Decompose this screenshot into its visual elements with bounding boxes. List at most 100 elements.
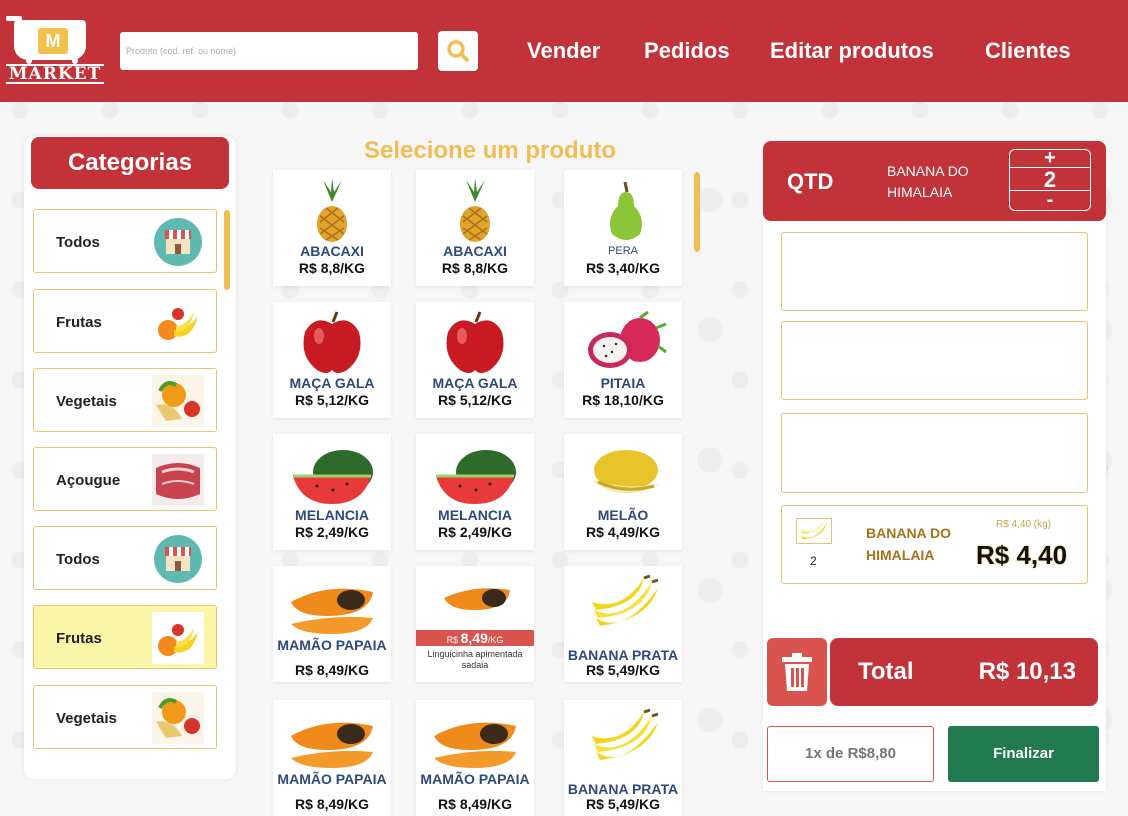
category-todos[interactable]: Todos [33,209,217,273]
logo-text: MARKET [6,64,104,84]
product-card[interactable]: MAMÃO PAPAIA R$ 8,49/KG [416,700,534,816]
nav-pedidos[interactable]: Pedidos [644,38,730,64]
cart-item-name: BANANA DO HIMALAIA [866,525,952,563]
category-label: Todos [56,551,100,568]
product-name: MAÇA GALA [289,375,375,391]
product-price: R$ 8,8/KG [298,260,366,276]
pineapple-icon [460,178,490,242]
total-value: R$ 10,13 [978,658,1076,685]
quantity-value: 2 [1010,169,1090,191]
product-price: R$ 8,8/KG [441,260,509,276]
payment-installments-button[interactable]: 1x de R$8,80 [767,726,934,782]
quantity-header: QTD BANANA DO HIMALAIA + 2 - [763,141,1106,221]
quantity-stepper: + 2 - [1009,148,1091,211]
product-card[interactable]: BANANA PRATA R$ 5,49/KG [564,700,682,816]
trash-icon [782,653,812,691]
cart-item-price: R$ 4,40 [976,540,1068,570]
category-vegetais[interactable]: Vegetais [33,685,217,749]
product-card[interactable]: PERA R$ 3,40/KG [564,170,682,286]
product-card[interactable]: PITAIA R$ 18,10/KG [564,302,682,418]
product-card[interactable]: BANANA PRATA R$ 5,49/KG [564,566,682,682]
product-name: BANANA PRATA [567,781,679,797]
nav-clientes[interactable]: Clientes [985,38,1071,64]
cart-slot-empty [781,321,1088,400]
product-card[interactable]: ABACAXI R$ 8,8/KG [416,170,534,286]
products-scrollbar[interactable] [694,172,700,252]
product-name: BANANA PRATA [567,647,679,663]
product-card[interactable]: MELANCIA R$ 2,49/KG [273,434,391,550]
product-price: R$ 5,49/KG [586,662,660,678]
product-name: ABACAXI [443,243,507,259]
products-title: Selecione um produto [363,137,617,164]
product-price: R$ 4,49/KG [586,524,660,540]
product-card[interactable]: ABACAXI R$ 8,8/KG [273,170,391,286]
cart-item[interactable]: 2 BANANA DO HIMALAIA R$ 4,40 (kg) R$ 4,4… [781,505,1088,584]
product-name: MAMÃO PAPAIA [420,771,530,787]
cart-item-unit-price: R$ 4,40 (kg) [996,519,1052,530]
product-card[interactable]: MELANCIA R$ 2,49/KG [416,434,534,550]
categories-scrollbar[interactable] [224,210,230,290]
category-label: Açougue [56,472,121,489]
papaya-icon [291,722,373,768]
product-name: MELÃO [597,507,649,523]
cart-slot-empty [781,232,1088,311]
finalize-button[interactable]: Finalizar [948,726,1099,782]
total-label: Total [858,658,914,685]
badge-prefix: R$ [446,635,459,645]
product-name: MAÇA GALA [432,375,518,391]
papaya-icon [291,588,373,634]
meat-icon [152,454,204,506]
cart-icon: M [14,20,86,60]
price-badge: R$ 8,49/KG [416,630,534,646]
category-label: Vegetais [56,710,117,727]
market-logo[interactable]: M MARKET [6,14,104,86]
store-icon [154,535,202,583]
category-todos[interactable]: Todos [33,526,217,590]
quantity-decrease-button[interactable]: - [1010,190,1090,211]
product-card[interactable]: MAMÃO PAPAIA R$ 8,49/KG [273,566,391,682]
product-card[interactable]: MAÇA GALA R$ 5,12/KG [416,302,534,418]
badge-value: 8,49 [460,630,488,646]
category-frutas[interactable]: Frutas [33,289,217,353]
product-price: R$ 8,49/KG [295,662,369,678]
fruits-icon [152,612,204,664]
banana-icon [592,708,659,760]
cart-slot-empty [781,413,1088,493]
nav-editar-produtos[interactable]: Editar produtos [770,38,934,64]
product-card[interactable]: R$ 8,49/KG Linguicinha apimentada sadaia [416,566,534,682]
product-name: PITAIA [600,375,646,391]
pear-icon [610,181,642,240]
search-input[interactable] [120,32,418,70]
search-button[interactable] [438,31,478,71]
category-vegetais[interactable]: Vegetais [33,368,217,432]
category-frutas-selected[interactable]: Frutas [33,605,217,669]
product-card[interactable]: MELÃO R$ 4,49/KG [564,434,682,550]
product-card[interactable]: MAÇA GALA R$ 5,12/KG [273,302,391,418]
papaya-icon [444,588,510,610]
top-bar: M MARKET Vender Pedidos Editar produtos … [0,0,1128,102]
quantity-label: QTD [787,169,834,194]
pineapple-icon [317,178,347,242]
banana-icon [796,518,832,544]
clear-cart-button[interactable] [767,638,827,706]
store-icon [154,218,202,266]
product-name: ABACAXI [300,243,364,259]
product-card[interactable]: MAMÃO PAPAIA R$ 8,49/KG [273,700,391,816]
quantity-increase-button[interactable]: + [1010,148,1090,168]
watermelon-icon [293,450,373,504]
banana-icon [592,574,659,626]
vegetables-icon [152,375,204,427]
cart-item-qty: 2 [810,554,817,568]
product-price: R$ 3,40/KG [586,260,660,276]
fruits-icon [158,308,198,340]
nav-vender[interactable]: Vender [527,38,600,64]
product-price: R$ 5,49/KG [586,796,660,812]
product-price: R$ 18,10/KG [582,392,664,408]
product-description: Linguicinha apimentada sadaia [427,649,523,670]
product-price: R$ 2,49/KG [295,524,369,540]
category-acougue[interactable]: Açougue [33,447,217,511]
melon-icon [592,450,660,494]
product-price: R$ 8,49/KG [438,796,512,812]
product-price: R$ 2,49/KG [438,524,512,540]
dragonfruit-icon [588,310,667,368]
